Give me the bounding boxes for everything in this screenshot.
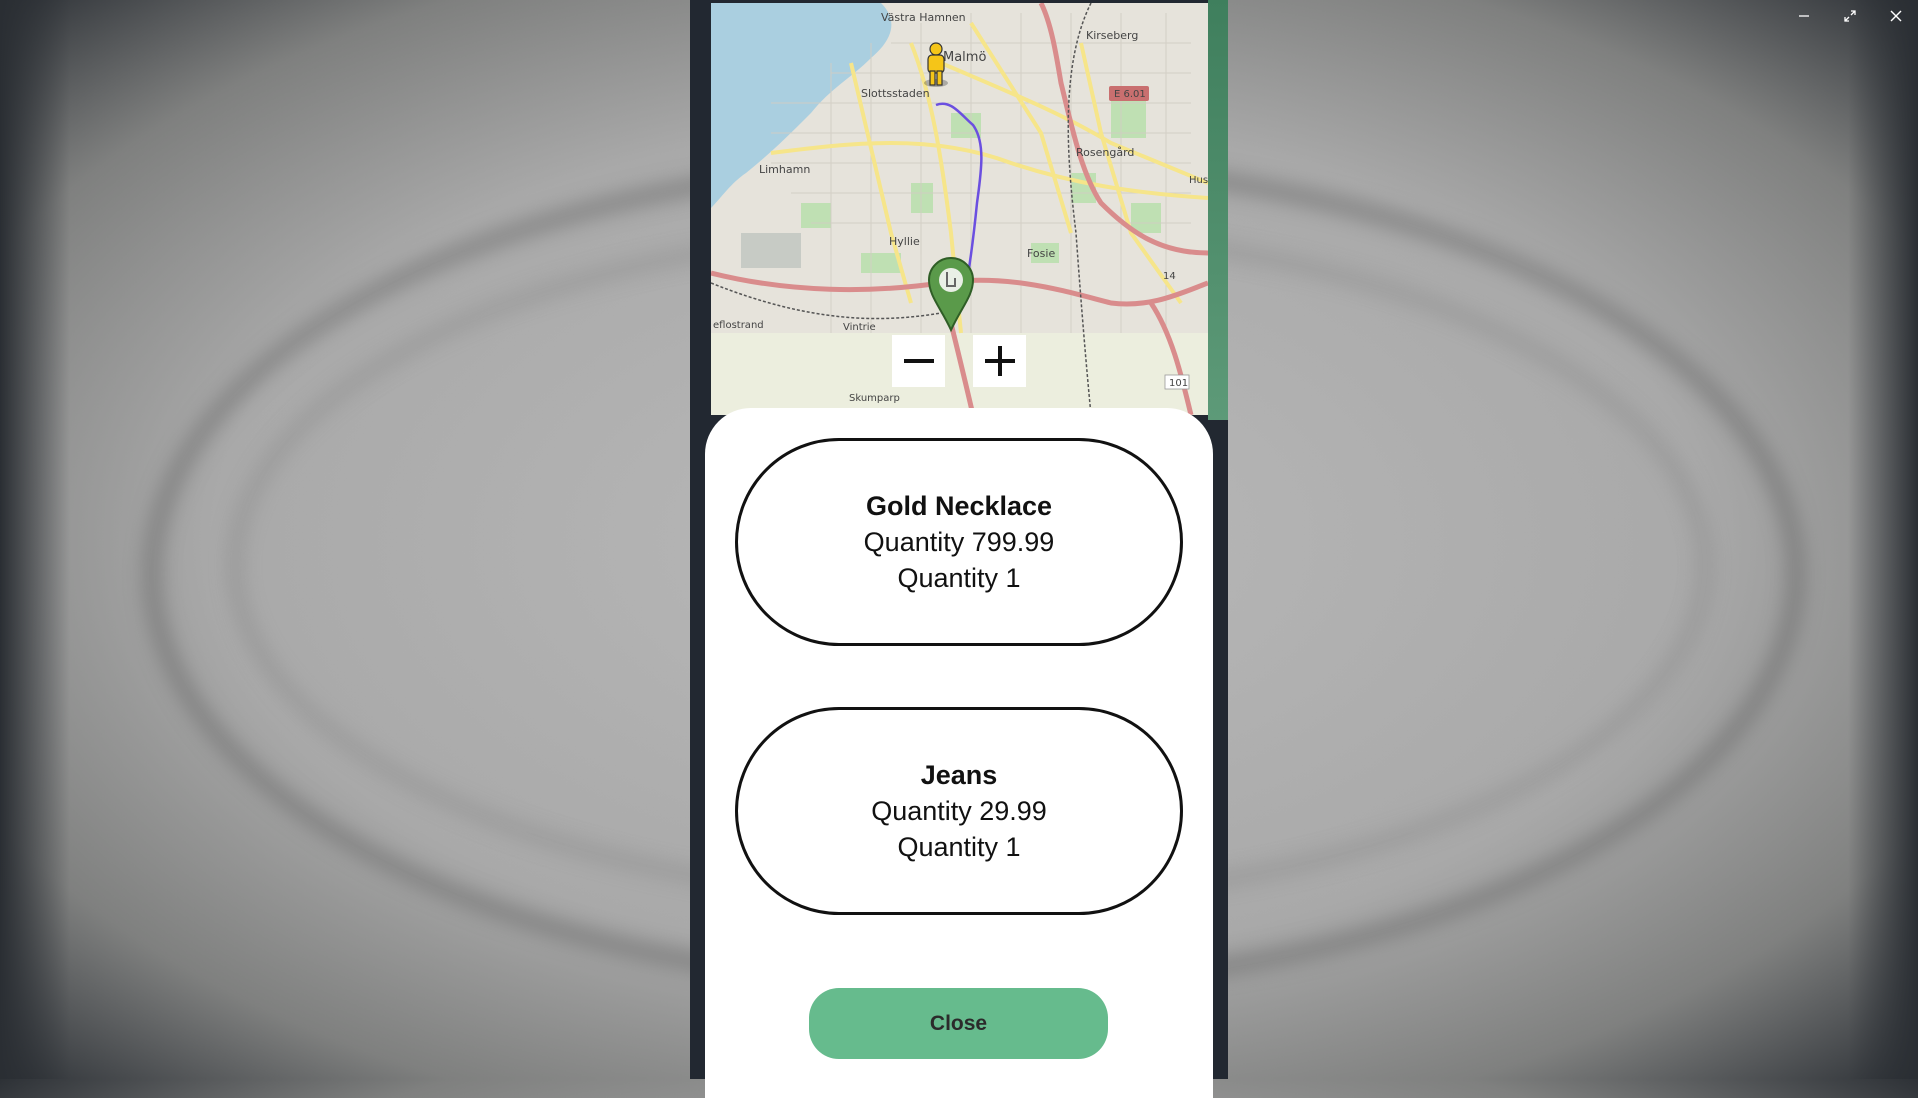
map-label-malmo: Malmö [943, 50, 986, 65]
restore-button[interactable] [1830, 4, 1870, 28]
order-item-price: Quantity 29.99 [871, 796, 1047, 826]
order-item-card[interactable]: Jeans Quantity 29.99 Quantity 1 [735, 707, 1183, 915]
order-item-quantity: Quantity 1 [897, 563, 1021, 593]
zoom-out-button[interactable] [892, 335, 945, 387]
minimize-icon [1799, 15, 1809, 17]
map-label-vastra-hamnen: Västra Hamnen [881, 11, 966, 24]
order-item-card[interactable]: Gold Necklace Quantity 799.99 Quantity 1 [735, 438, 1183, 646]
map-label-slottsstaden: Slottsstaden [861, 87, 930, 100]
order-item-quantity: Quantity 1 [897, 832, 1021, 862]
map-label-limhamn: Limhamn [759, 163, 810, 176]
map-label-eflostrand: eflostrand [713, 320, 764, 331]
map-label-vintrie: Vintrie [843, 322, 876, 333]
window-close-button[interactable] [1876, 4, 1916, 28]
close-icon [1890, 10, 1902, 22]
map-label-rosengard: Rosengård [1076, 146, 1134, 159]
map-label-road101: 101 [1169, 378, 1188, 389]
close-button[interactable]: Close [809, 988, 1108, 1059]
map-label-hyllie: Hyllie [889, 235, 920, 248]
minus-icon [903, 359, 934, 363]
map-label-husie: Hus [1189, 175, 1208, 186]
map-label-skumparp: Skumparp [849, 393, 900, 404]
restore-icon [1844, 10, 1856, 22]
map-label-road14: 14 [1163, 271, 1176, 282]
background-edge-right [1848, 0, 1918, 1079]
phone-side-accent [1208, 0, 1228, 420]
map-label-kirseberg: Kirseberg [1086, 29, 1138, 42]
minimize-button[interactable] [1784, 4, 1824, 28]
zoom-in-button[interactable] [973, 335, 1026, 387]
order-item-name: Jeans [920, 760, 998, 790]
order-item-name: Gold Necklace [865, 491, 1053, 521]
order-item-price: Quantity 799.99 [863, 527, 1055, 557]
map-label-e601: E 6.01 [1114, 89, 1146, 100]
plus-icon [984, 346, 1015, 376]
map-label-fosie: Fosie [1027, 247, 1055, 260]
background-edge-left [0, 0, 70, 1079]
route-map[interactable]: Västra Hamnen Malmö Kirseberg Slottsstad… [711, 3, 1208, 415]
